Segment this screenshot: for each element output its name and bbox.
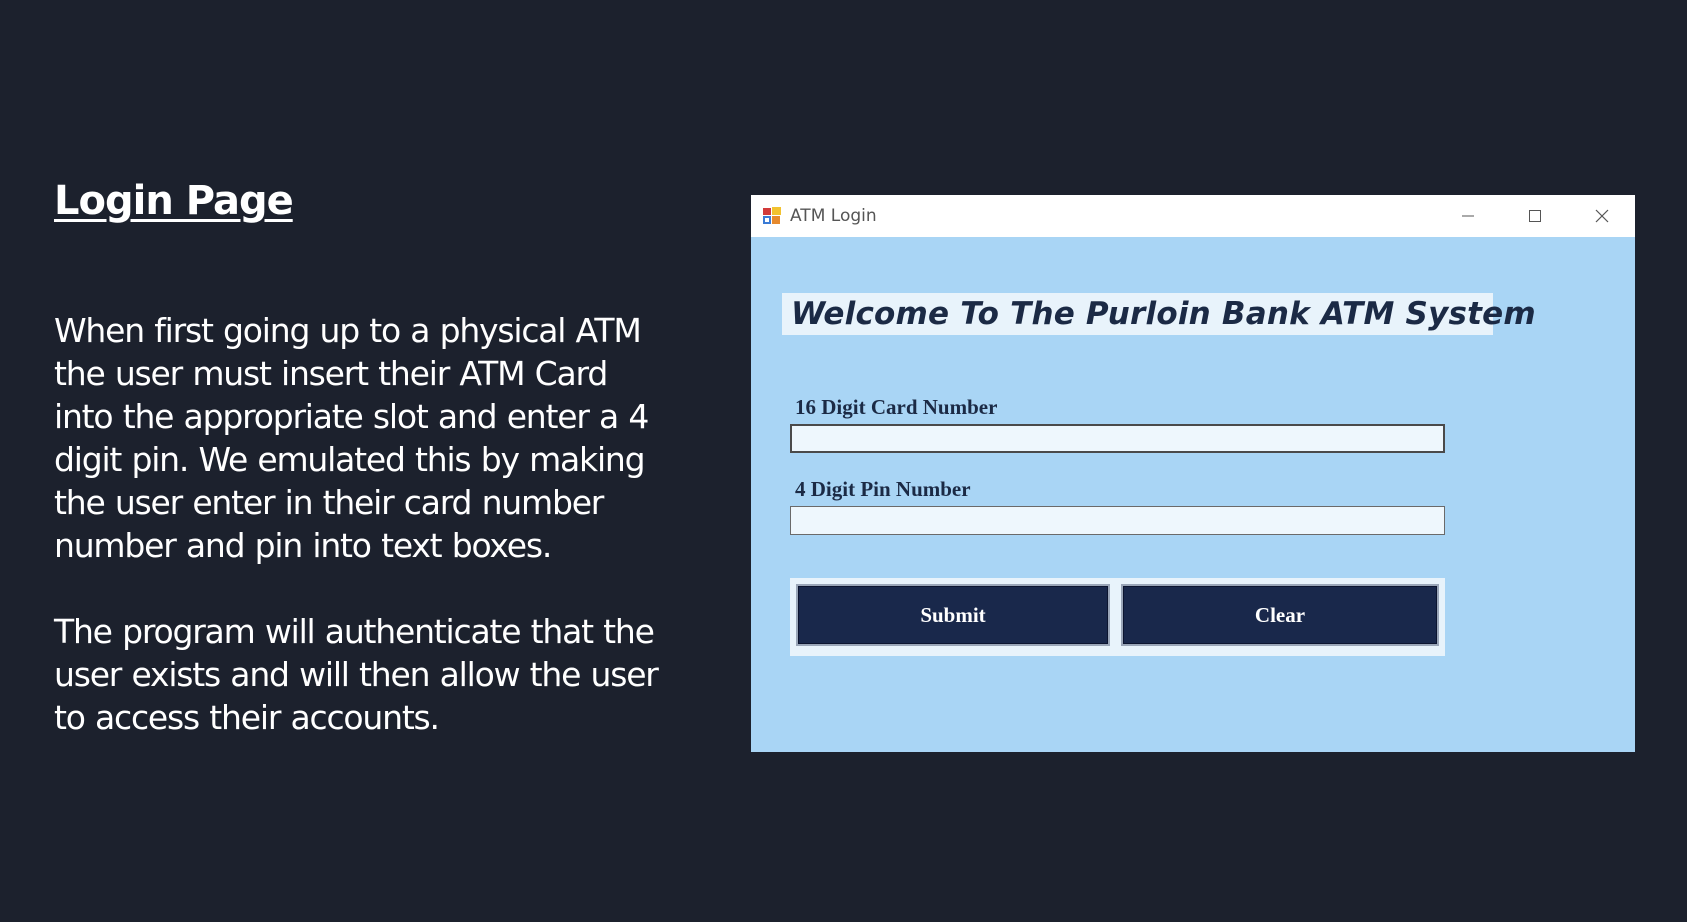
close-button[interactable] bbox=[1569, 195, 1635, 237]
close-icon bbox=[1595, 209, 1609, 223]
maximize-icon bbox=[1529, 210, 1541, 222]
card-number-input[interactable] bbox=[790, 424, 1445, 453]
clear-button[interactable]: Clear bbox=[1121, 584, 1439, 646]
pin-number-label: 4 Digit Pin Number bbox=[795, 477, 971, 501]
submit-button[interactable]: Submit bbox=[796, 584, 1110, 646]
button-group: Submit Clear bbox=[790, 578, 1445, 656]
card-number-label: 16 Digit Card Number bbox=[795, 395, 998, 419]
pin-number-input[interactable] bbox=[790, 506, 1445, 535]
minimize-icon bbox=[1462, 215, 1474, 217]
window-titlebar[interactable]: ATM Login bbox=[751, 195, 1635, 237]
window-title: ATM Login bbox=[790, 206, 877, 226]
minimize-button[interactable] bbox=[1435, 195, 1501, 237]
app-icon bbox=[762, 206, 782, 226]
description-paragraph: When first going up to a physical ATM th… bbox=[54, 311, 649, 565]
maximize-button[interactable] bbox=[1502, 195, 1568, 237]
welcome-text: Welcome To The Purloin Bank ATM System bbox=[791, 296, 1536, 332]
atm-login-window: ATM Login Welcome To The Purloin Bank AT… bbox=[751, 195, 1635, 752]
description-paragraph: The program will authenticate that the u… bbox=[54, 612, 659, 737]
welcome-banner: Welcome To The Purloin Bank ATM System bbox=[782, 293, 1536, 335]
slide-title: Login Page bbox=[54, 178, 294, 224]
